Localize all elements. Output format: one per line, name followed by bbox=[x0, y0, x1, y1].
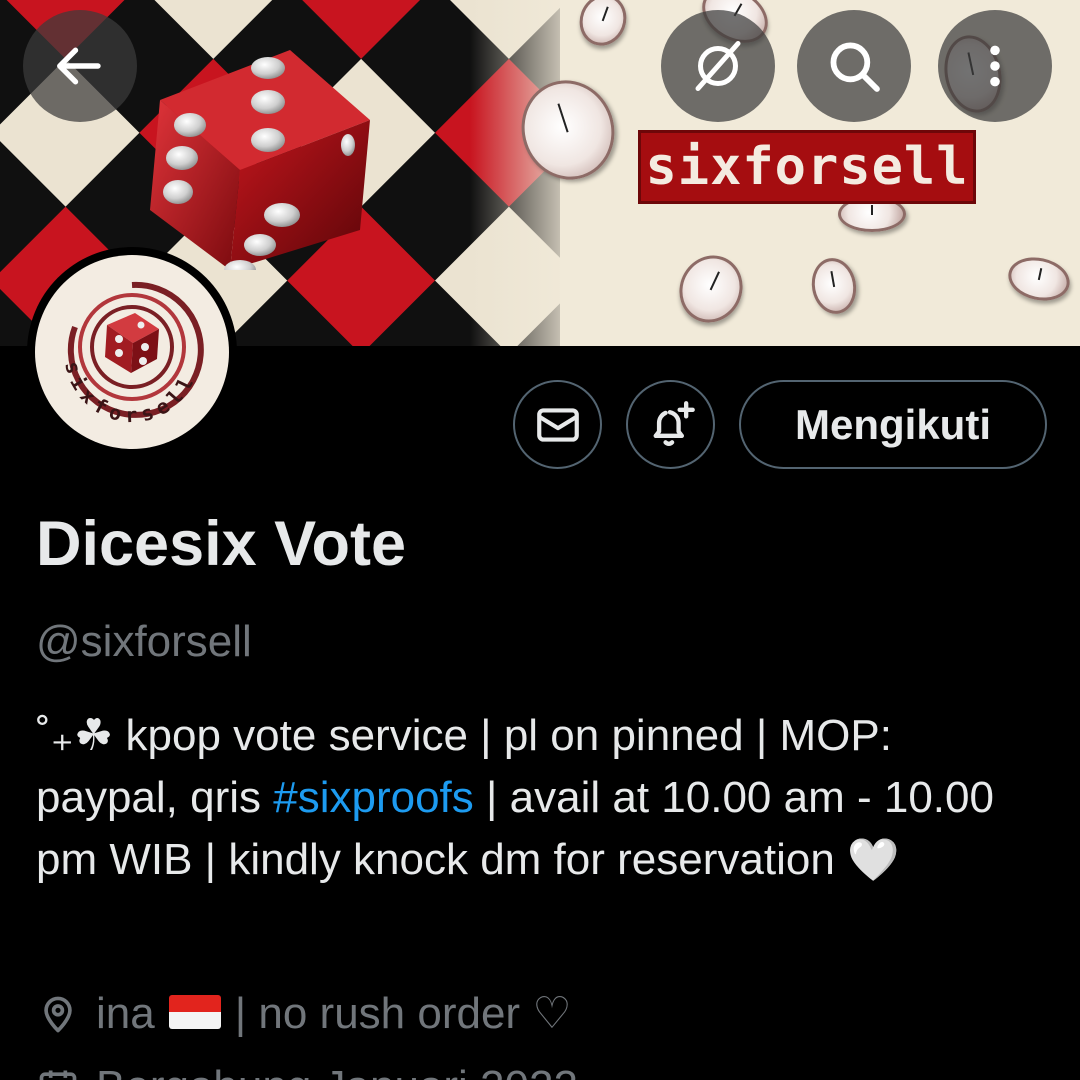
envelope-icon bbox=[536, 407, 579, 442]
message-button[interactable] bbox=[513, 380, 602, 469]
user-handle: @sixforsell bbox=[36, 617, 252, 666]
display-name: Dicesix Vote bbox=[36, 509, 407, 579]
joined-date-text: Bergabung Januari 2022 bbox=[96, 1062, 578, 1080]
bell-plus-icon bbox=[653, 400, 695, 446]
search-icon bbox=[830, 42, 880, 92]
avatar-logo-image: sixforsell bbox=[60, 281, 204, 427]
bio-hashtag-link[interactable]: #sixproofs bbox=[273, 773, 474, 822]
grok-button[interactable] bbox=[661, 10, 775, 122]
more-vertical-icon bbox=[990, 45, 1000, 87]
red-die-image bbox=[150, 50, 370, 270]
calendar-icon bbox=[39, 1070, 77, 1080]
profile-avatar[interactable]: sixforsell bbox=[27, 247, 237, 457]
joined-date-row: Bergabung Januari 2022 bbox=[36, 1062, 578, 1080]
location-text: ina bbox=[96, 988, 155, 1038]
following-button[interactable]: Mengikuti bbox=[739, 380, 1047, 469]
location-pin-icon bbox=[44, 996, 72, 1032]
white-heart-emoji: 🤍 bbox=[847, 836, 900, 883]
back-button[interactable] bbox=[23, 10, 137, 122]
profile-bio: ˚₊☘︎ kpop vote service | pl on pinned | … bbox=[36, 705, 1046, 891]
arrow-left-icon bbox=[57, 47, 101, 85]
location-suffix: | no rush order ♡ bbox=[234, 989, 572, 1038]
grok-icon bbox=[695, 41, 741, 91]
more-options-button[interactable] bbox=[938, 10, 1052, 122]
location-row: ina | no rush order ♡ bbox=[36, 988, 572, 1039]
banner-brand-text: sixforsell bbox=[638, 130, 976, 204]
notifications-button[interactable] bbox=[626, 380, 715, 469]
search-button[interactable] bbox=[797, 10, 911, 122]
indonesia-flag-icon bbox=[168, 994, 221, 1029]
